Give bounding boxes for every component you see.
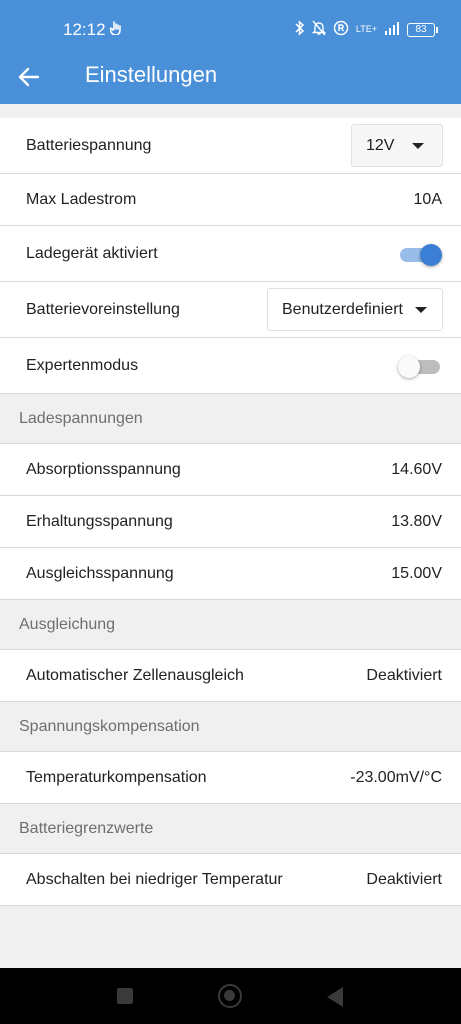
page-title: Einstellungen (85, 62, 218, 87)
section-title: Ladespannungen (19, 410, 143, 427)
max-charge-current-row: Max Ladestrom 10A (0, 174, 461, 226)
battery-indicator: 83 (407, 22, 438, 37)
temperature-compensation-row[interactable]: Temperaturkompensation -23.00mV/°C (0, 752, 461, 804)
section-title: Spannungskompensation (19, 718, 200, 735)
bell-muted-icon (311, 20, 327, 39)
settings-list: Batteriespannung 12V Max Ladestrom 10A L… (0, 118, 461, 906)
toggle-knob (398, 356, 420, 378)
absorption-voltage-row[interactable]: Absorptionsspannung 14.60V (0, 444, 461, 496)
system-nav-bar (0, 968, 461, 1024)
toolbar: Einstellungen (0, 58, 461, 104)
hand-icon (108, 20, 122, 40)
battery-preset-row: Batterievoreinstellung Benutzerdefiniert (0, 282, 461, 338)
bluetooth-icon (295, 20, 305, 39)
auto-cell-balancing-value: Deaktiviert (366, 667, 442, 684)
charger-enabled-label: Ladegerät aktiviert (26, 245, 158, 262)
network-type: LTE+ (355, 24, 377, 34)
toggle-knob (420, 244, 442, 266)
max-charge-current-label: Max Ladestrom (26, 191, 137, 208)
low-temperature-cutoff-value: Deaktiviert (366, 871, 442, 888)
settings-content: Batteriespannung 12V Max Ladestrom 10A L… (0, 104, 461, 968)
section-title: Batteriegrenzwerte (19, 820, 154, 837)
back-button[interactable] (14, 62, 44, 92)
battery-preset-dropdown[interactable]: Benutzerdefiniert (267, 288, 443, 331)
battery-voltage-label: Batteriespannung (26, 137, 152, 154)
float-voltage-value: 13.80V (391, 513, 442, 530)
signal-icon (384, 21, 400, 38)
battery-voltage-value: 12V (366, 136, 395, 154)
section-title: Ausgleichung (19, 616, 116, 633)
equalization-voltage-value: 15.00V (391, 565, 442, 582)
max-charge-current-value: 10A (413, 191, 442, 208)
chevron-down-icon (412, 142, 425, 149)
absorption-voltage-label: Absorptionsspannung (26, 461, 181, 478)
section-header-battery-limits: Batteriegrenzwerte (0, 804, 461, 854)
section-header-equalization: Ausgleichung (0, 600, 461, 650)
expert-mode-label: Expertenmodus (26, 357, 139, 374)
status-time-text: 12:12 (63, 20, 106, 39)
low-temperature-cutoff-row[interactable]: Abschalten bei niedriger Temperatur Deak… (0, 854, 461, 906)
section-header-charge-voltages: Ladespannungen (0, 394, 461, 444)
float-voltage-label: Erhaltungsspannung (26, 513, 173, 530)
absorption-voltage-value: 14.60V (391, 461, 442, 478)
charger-enabled-toggle[interactable] (398, 242, 442, 266)
arrow-back-icon (18, 67, 40, 87)
battery-preset-value: Benutzerdefiniert (282, 300, 403, 318)
battery-voltage-row: Batteriespannung 12V (0, 118, 461, 174)
charger-enabled-row: Ladegerät aktiviert (0, 226, 461, 282)
battery-voltage-dropdown[interactable]: 12V (351, 124, 443, 167)
recent-apps-icon[interactable] (117, 988, 133, 1004)
home-icon[interactable] (218, 984, 242, 1008)
auto-cell-balancing-label: Automatischer Zellenausgleich (26, 667, 244, 684)
low-temperature-cutoff-label: Abschalten bei niedriger Temperatur (26, 871, 283, 888)
equalization-voltage-row[interactable]: Ausgleichsspannung 15.00V (0, 548, 461, 600)
status-time: 12:12 (63, 20, 122, 40)
app-bar: 12:12 LTE+ 83 Einstellungen (0, 0, 461, 104)
chevron-down-icon (414, 306, 427, 313)
equalization-voltage-label: Ausgleichsspannung (26, 565, 174, 582)
section-header-voltage-compensation: Spannungskompensation (0, 702, 461, 752)
status-icons: LTE+ 83 (295, 20, 438, 39)
back-triangle-icon[interactable] (327, 987, 343, 1007)
float-voltage-row[interactable]: Erhaltungsspannung 13.80V (0, 496, 461, 548)
expert-mode-toggle[interactable] (398, 354, 442, 378)
temperature-compensation-label: Temperaturkompensation (26, 769, 207, 786)
expert-mode-row: Expertenmodus (0, 338, 461, 394)
temperature-compensation-value: -23.00mV/°C (350, 769, 442, 786)
registered-icon (333, 20, 349, 39)
battery-preset-label: Batterievoreinstellung (26, 301, 180, 318)
auto-cell-balancing-row[interactable]: Automatischer Zellenausgleich Deaktivier… (0, 650, 461, 702)
status-bar: 12:12 LTE+ 83 (0, 0, 461, 58)
